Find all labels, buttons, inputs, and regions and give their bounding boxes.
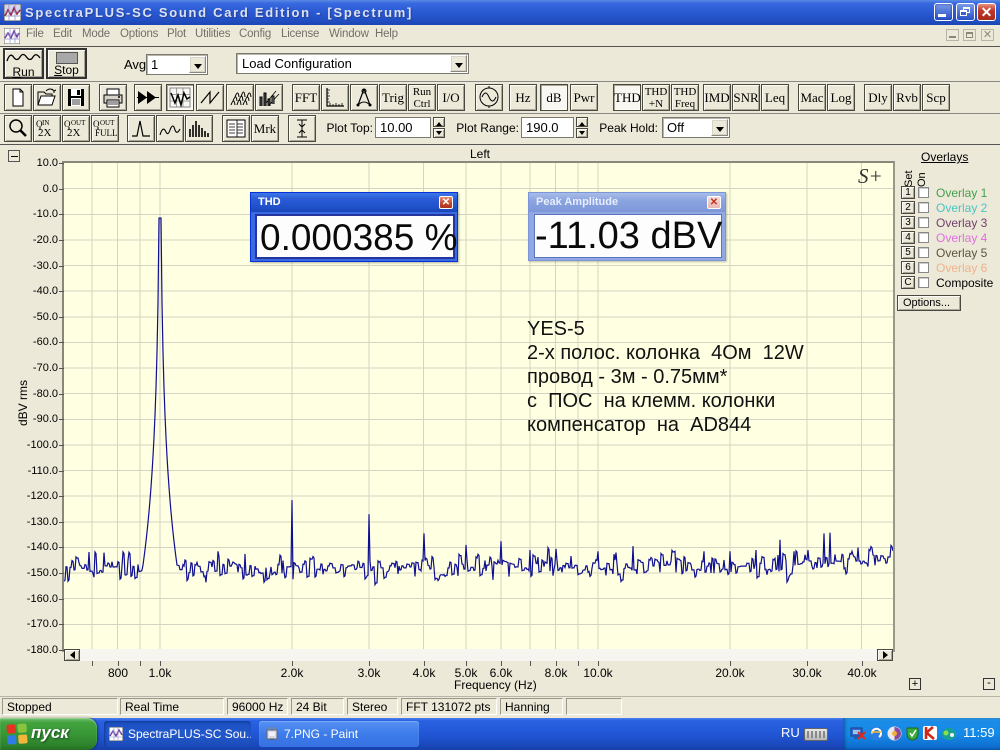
svg-text:OUT: OUT [100, 119, 115, 127]
svg-text:IN: IN [42, 119, 49, 127]
svg-text:OUT: OUT [71, 119, 86, 127]
